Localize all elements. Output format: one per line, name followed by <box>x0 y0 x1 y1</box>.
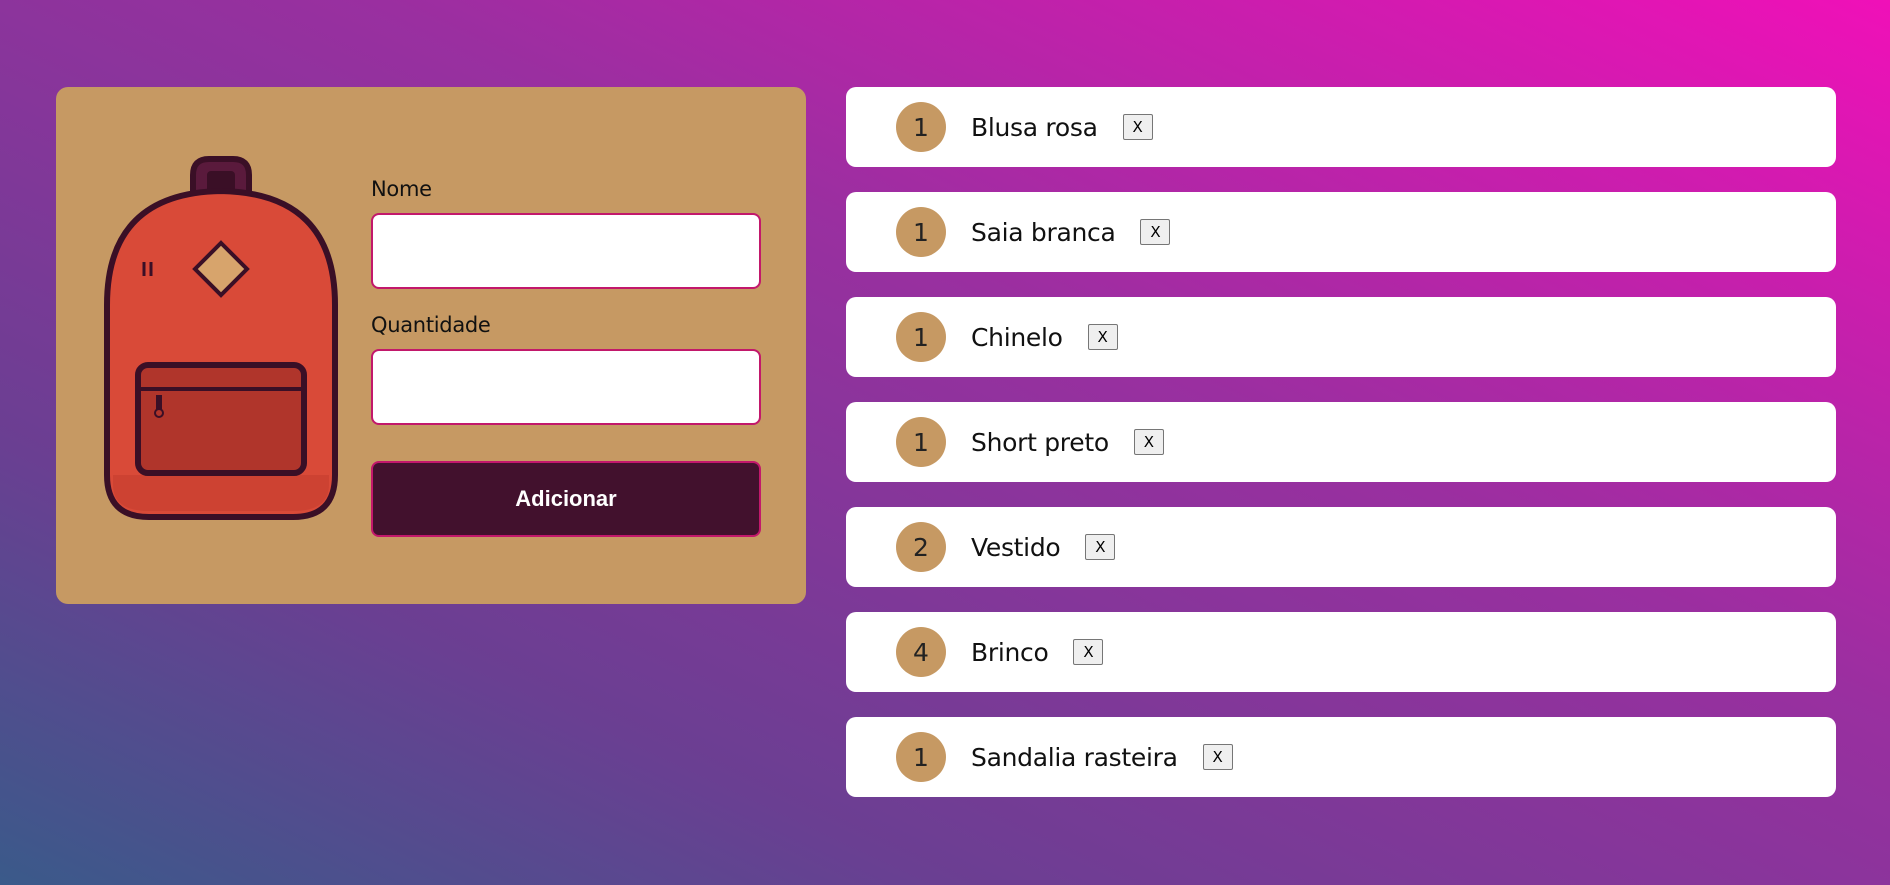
items-list: 1 Blusa rosa X 1 Saia branca X 1 Chinelo… <box>846 87 1836 822</box>
quantity-badge: 1 <box>896 207 946 257</box>
backpack-icon <box>104 156 338 520</box>
quantity-badge: 1 <box>896 732 946 782</box>
item-name: Sandalia rasteira <box>971 742 1178 772</box>
quantity-badge: 1 <box>896 102 946 152</box>
list-item: 2 Vestido X <box>846 507 1836 587</box>
quantity-badge: 2 <box>896 522 946 572</box>
delete-button[interactable]: X <box>1073 639 1104 665</box>
quantity-input[interactable] <box>371 349 761 425</box>
name-input[interactable] <box>371 213 761 289</box>
add-item-panel: Nome Quantidade Adicionar <box>56 87 806 604</box>
delete-button[interactable]: X <box>1140 219 1171 245</box>
quantity-badge: 1 <box>896 312 946 362</box>
delete-button[interactable]: X <box>1087 324 1118 350</box>
list-item: 1 Sandalia rasteira X <box>846 717 1836 797</box>
item-name: Chinelo <box>971 322 1063 352</box>
name-label: Nome <box>371 177 432 201</box>
list-item: 1 Chinelo X <box>846 297 1836 377</box>
quantity-label: Quantidade <box>371 313 491 337</box>
item-name: Blusa rosa <box>971 112 1098 142</box>
quantity-badge: 4 <box>896 627 946 677</box>
item-name: Saia branca <box>971 217 1116 247</box>
quantity-badge: 1 <box>896 417 946 467</box>
add-button[interactable]: Adicionar <box>371 461 761 537</box>
add-item-form: Nome Quantidade Adicionar <box>371 177 761 537</box>
list-item: 1 Saia branca X <box>846 192 1836 272</box>
list-item: 1 Short preto X <box>846 402 1836 482</box>
delete-button[interactable]: X <box>1133 429 1164 455</box>
delete-button[interactable]: X <box>1085 534 1116 560</box>
list-item: 4 Brinco X <box>846 612 1836 692</box>
delete-button[interactable]: X <box>1202 744 1233 770</box>
list-item: 1 Blusa rosa X <box>846 87 1836 167</box>
item-name: Short preto <box>971 427 1109 457</box>
item-name: Brinco <box>971 637 1049 667</box>
delete-button[interactable]: X <box>1122 114 1153 140</box>
item-name: Vestido <box>971 532 1061 562</box>
